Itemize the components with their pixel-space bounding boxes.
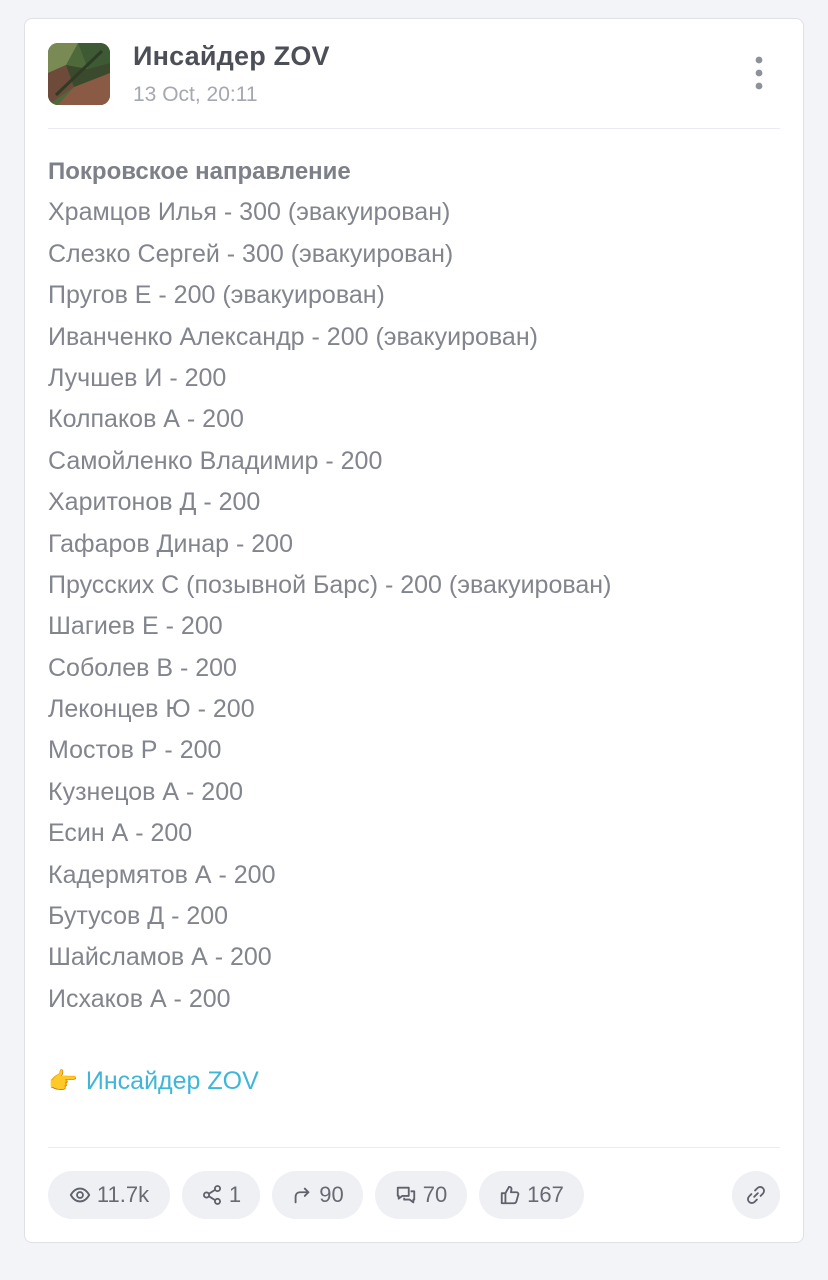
post-card: Инсайдер ZOV 13 Oct, 20:11 Покровское на… (24, 18, 804, 1243)
post-line: Кадермятов А - 200 (48, 860, 276, 889)
header-divider (48, 128, 780, 129)
post-line: Леконцев Ю - 200 (48, 695, 255, 724)
post-line: Исхаков А - 200 (48, 984, 231, 1013)
post-header: Инсайдер ZOV 13 Oct, 20:11 (25, 19, 803, 129)
post-line: Мостов Р - 200 (48, 736, 222, 765)
copy-link-button[interactable] (732, 1171, 780, 1219)
reactions-count: 167 (527, 1182, 564, 1207)
share-nodes-icon (202, 1185, 221, 1205)
post-footer: 11.7k 1 90 70 167 (48, 1171, 780, 1221)
source-link[interactable]: Инсайдер ZOV (86, 1067, 259, 1095)
link-icon (747, 1186, 765, 1204)
post-line: Храмцов Илья - 300 (эвакуирован) (48, 198, 451, 227)
forwards-count: 90 (319, 1182, 344, 1207)
post-heading: Покровское направление (48, 158, 351, 185)
post-line: Есин А - 200 (48, 819, 193, 848)
forwards-counter[interactable]: 90 (272, 1171, 363, 1219)
shares-count: 1 (228, 1182, 242, 1207)
post-line: Слезко Сергей - 300 (эвакуирован) (48, 239, 454, 268)
post-line: Иванченко Александр - 200 (эвакуирован) (48, 322, 538, 351)
post-line: Бутусов Д - 200 (48, 902, 229, 931)
post-line: Пругов Е - 200 (эвакуирован) (48, 281, 385, 310)
forward-arrow-icon (294, 1187, 310, 1204)
thumbs-up-icon (500, 1185, 520, 1205)
post-line: Харитонов Д - 200 (48, 488, 261, 517)
comments-counter[interactable]: 70 (375, 1171, 467, 1219)
post-line: Гафаров Динар - 200 (48, 529, 293, 558)
channel-avatar[interactable] (48, 43, 110, 105)
post-date: 13 Oct, 20:11 (133, 83, 258, 106)
post-line: Лучшев И - 200 (48, 363, 227, 392)
eye-icon (69, 1187, 91, 1203)
pointing-hand-icon: 👉 (48, 1068, 78, 1096)
views-counter[interactable]: 11.7k (48, 1171, 170, 1219)
footer-divider (48, 1147, 780, 1148)
source-line: 👉 Инсайдер ZOV (48, 1061, 780, 1102)
more-options-button[interactable] (747, 55, 771, 91)
more-vertical-icon (755, 56, 763, 90)
avatar-image (48, 43, 110, 105)
views-count: 11.7k (96, 1182, 150, 1207)
post-line: Прусских С (позывной Барс) - 200 (эвакуи… (48, 570, 612, 599)
reactions-counter[interactable]: 167 (479, 1171, 584, 1219)
channel-name[interactable]: Инсайдер ZOV (133, 41, 330, 72)
post-line: Шайсламов А - 200 (48, 943, 272, 972)
post-line: Соболев В - 200 (48, 653, 237, 682)
post-line: Колпаков А - 200 (48, 405, 244, 434)
post-line: Кузнецов А - 200 (48, 777, 244, 806)
comments-icon (396, 1186, 415, 1204)
post-lines: Храмцов Илья - 300 (эвакуирован) Слезко С… (48, 192, 780, 1020)
shares-counter[interactable]: 1 (182, 1171, 260, 1219)
post-line: Шагиев Е - 200 (48, 612, 223, 641)
post-line: Самойленко Владимир - 200 (48, 446, 383, 475)
post-body: Покровское направление Храмцов Илья - 30… (48, 151, 780, 1103)
comments-count: 70 (422, 1182, 448, 1207)
